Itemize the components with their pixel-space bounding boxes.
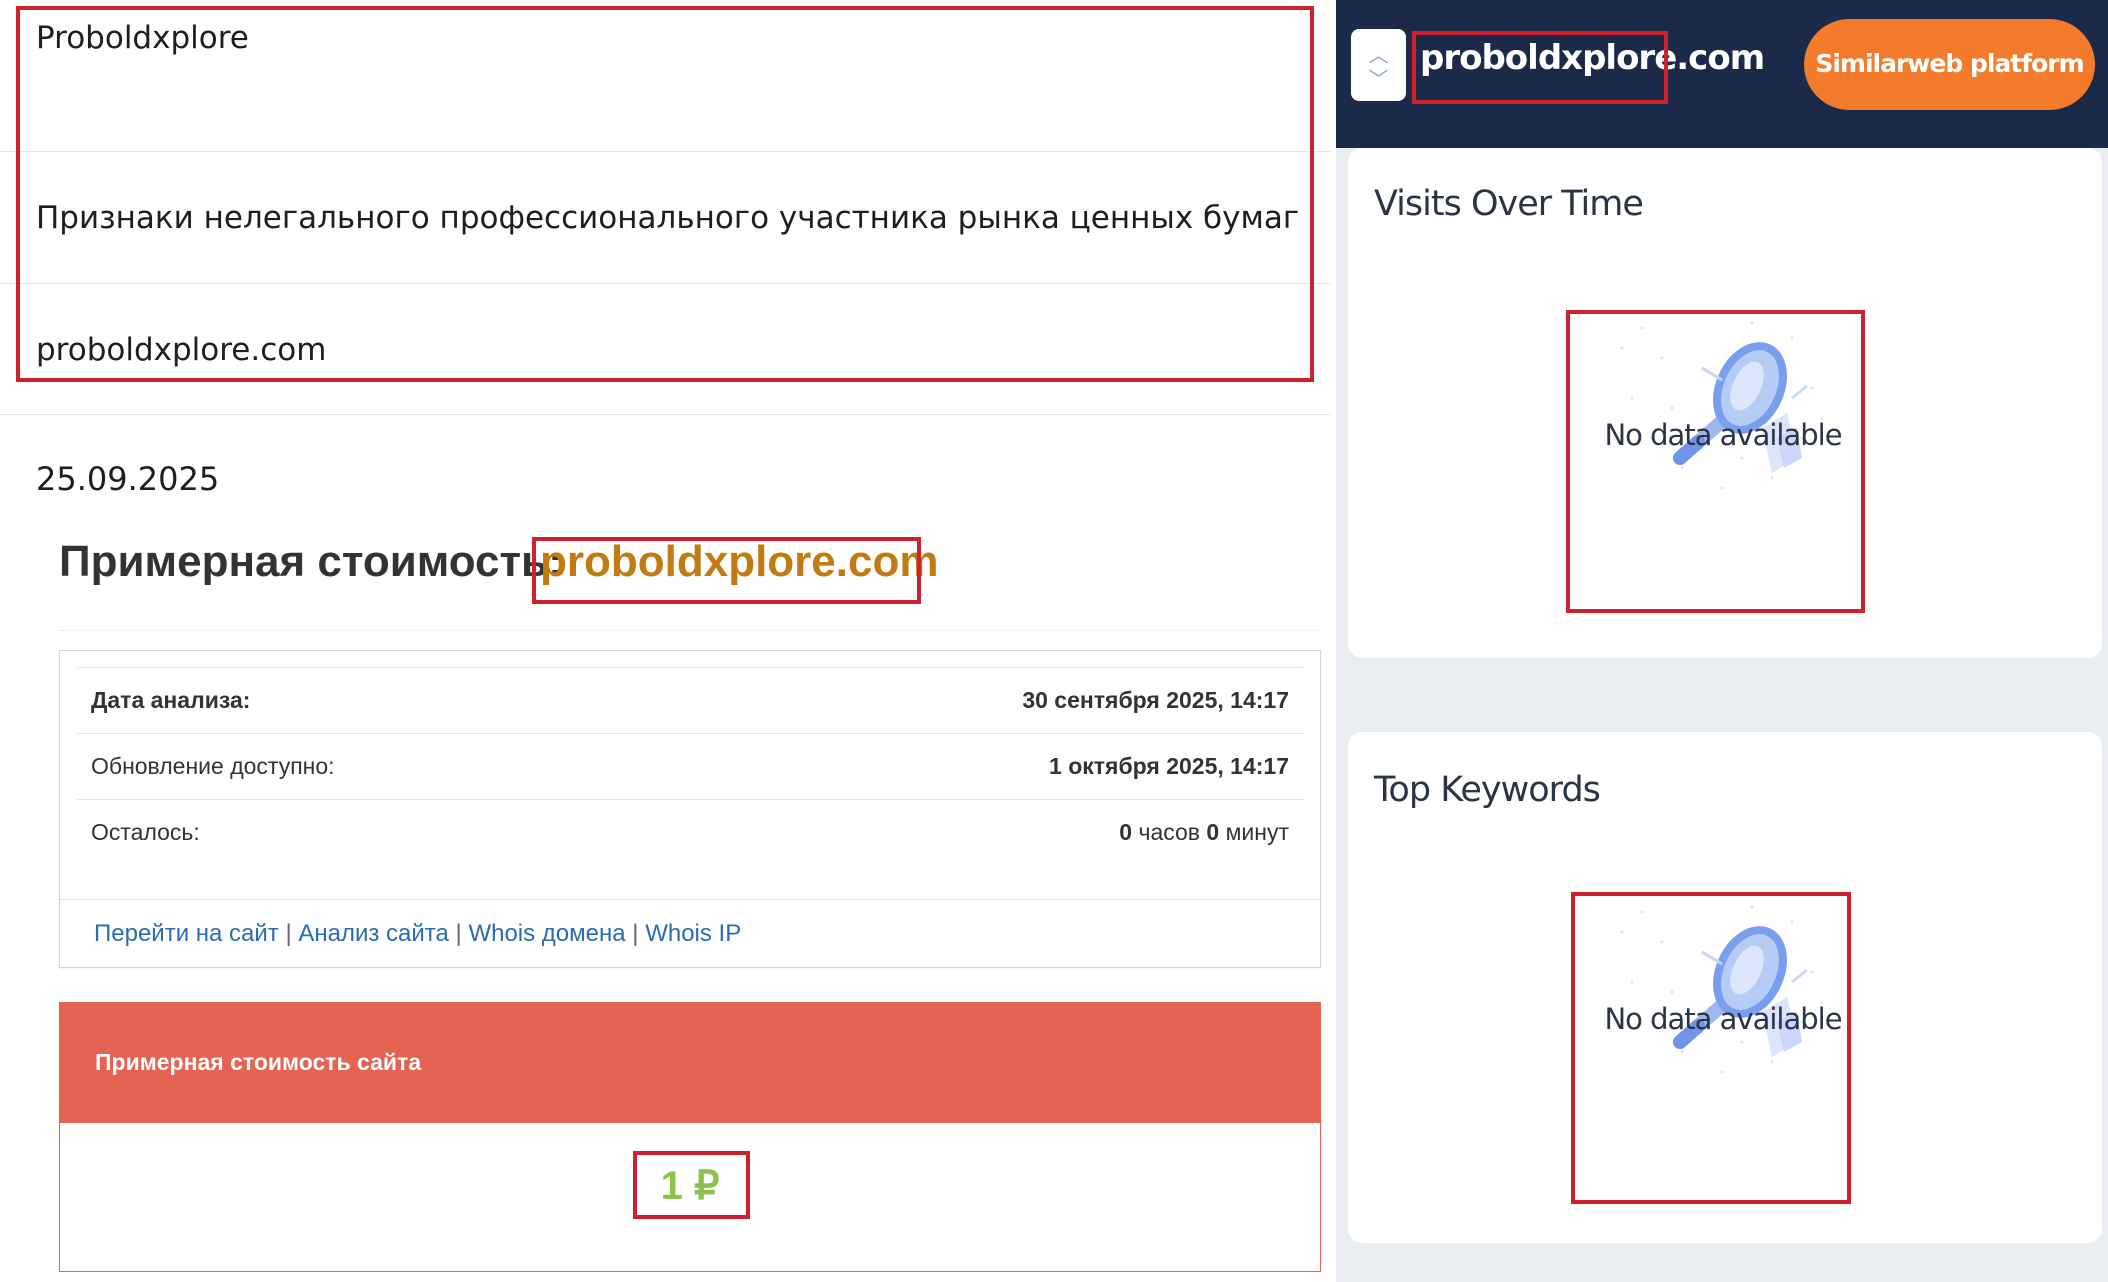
highlight-box-estimate (633, 1151, 750, 1219)
similarweb-header: ︿ ﹀ proboldxplore.com Similarweb platfor… (1336, 0, 2108, 148)
whois-ip-link[interactable]: Whois IP (645, 920, 741, 947)
highlight-box-visits (1566, 310, 1865, 613)
top-keywords-title: Top Keywords (1374, 770, 1601, 810)
visits-over-time-title: Visits Over Time (1374, 184, 1644, 224)
site-analysis-link[interactable]: Анализ сайта (298, 920, 449, 947)
estimate-header: Примерная стоимость сайта (60, 1003, 1320, 1123)
update-available-label: Обновление доступно: (91, 753, 335, 779)
remaining-minutes-num: 0 (1206, 819, 1220, 845)
highlight-box-keywords (1571, 892, 1851, 1204)
links: Перейти на сайт | Анализ сайта | Whois д… (94, 920, 741, 948)
link-separator: | (285, 920, 292, 947)
domain-stepper[interactable]: ︿ ﹀ (1351, 29, 1406, 101)
chevron-down-icon: ﹀ (1368, 67, 1389, 91)
remaining-hours-num: 0 (1119, 819, 1133, 845)
analysis-date-row: Дата анализа: 30 сентября 2025, 14:17 (77, 667, 1303, 733)
highlight-box-info (16, 6, 1314, 382)
highlight-box-cost-domain (532, 537, 921, 604)
divider (59, 630, 1321, 631)
left-panel: Proboldxplore Признаки нелегального проф… (0, 0, 1331, 1282)
similarweb-platform-label: Similarweb platform (1815, 49, 2084, 78)
whois-domain-link[interactable]: Whois домена (468, 920, 625, 947)
remaining-minutes-word: минут (1225, 819, 1289, 845)
goto-site-link[interactable]: Перейти на сайт (94, 920, 279, 947)
highlight-box-header-domain (1412, 31, 1668, 104)
link-separator: | (455, 920, 462, 947)
estimate-title: Примерная стоимость сайта (95, 1049, 422, 1075)
analysis-date-value: 30 сентября 2025, 14:17 (1022, 687, 1289, 713)
right-panel: ︿ ﹀ proboldxplore.com Similarweb platfor… (1336, 0, 2108, 1282)
cost-heading: Примерная стоимость: (59, 537, 563, 586)
analysis-date-label: Дата анализа: (91, 687, 251, 713)
remaining-label: Осталось: (91, 819, 200, 845)
remaining-row: Осталось: 0 часов 0 минут (77, 799, 1303, 865)
update-available-value: 1 октября 2025, 14:17 (1049, 753, 1289, 779)
remaining-value: 0 часов 0 минут (1119, 819, 1289, 846)
links-row: Перейти на сайт | Анализ сайта | Whois д… (60, 899, 1320, 967)
estimate-panel: Примерная стоимость сайта 1 ₽ (59, 1002, 1321, 1272)
update-available-row: Обновление доступно: 1 октября 2025, 14:… (77, 733, 1303, 799)
publish-date: 25.09.2025 (36, 460, 220, 498)
link-separator: | (632, 920, 639, 947)
similarweb-platform-button[interactable]: Similarweb platform (1804, 19, 2095, 110)
remaining-hours-word: часов (1138, 819, 1201, 845)
analysis-panel: Дата анализа: 30 сентября 2025, 14:17 Об… (59, 650, 1321, 968)
